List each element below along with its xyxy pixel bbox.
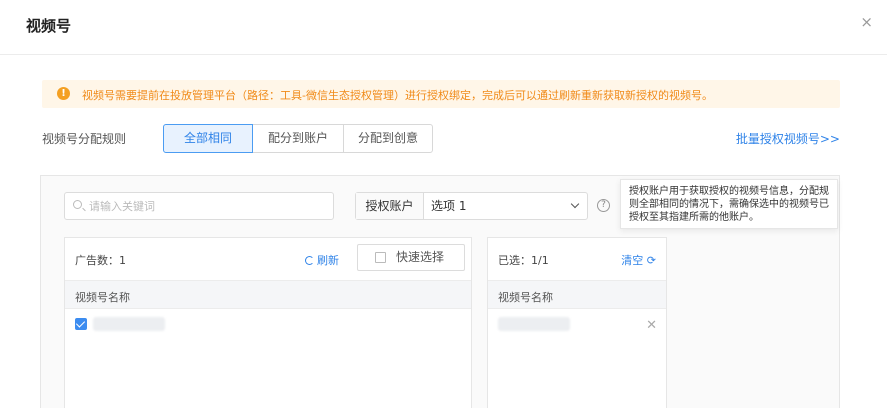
clear-button[interactable]: 清空 ⟳ [621,252,656,268]
auth-account-select[interactable]: 授权账户 选项 1 [355,192,588,220]
refresh-icon [305,256,314,265]
search-box[interactable] [64,192,334,220]
column-title: 视频号名称 [498,291,553,304]
chevron-down-icon[interactable] [570,199,580,209]
close-icon[interactable]: × [860,13,873,31]
warning-icon: ! [57,87,70,100]
channel-list: 广告数：1 刷新 快速选择 视频号名称 [64,237,472,408]
channel-column-header: 视频号名称 [65,281,471,309]
dialog-title: 视频号 [26,17,72,35]
rule-option-account[interactable]: 配分到账户 [252,124,344,153]
rule-option-all-same[interactable]: 全部相同 [163,124,253,153]
channel-list-header: 广告数：1 刷新 快速选择 [65,238,471,281]
rule-label: 视频号分配规则 [42,132,127,146]
quick-select-button[interactable]: 快速选择 [357,244,465,271]
edit-icon [375,252,386,263]
refresh-label: 刷新 [317,254,339,267]
notice-text: 视频号需要提前在投放管理平台（路径：工具-微信生态授权管理）进行授权绑定，完成后… [82,89,713,102]
search-icon [73,200,82,209]
selected-list: 已选：1/1 清空 ⟳ 视频号名称 ✕ [487,237,667,408]
refresh-button[interactable]: 刷新 [305,252,339,268]
selected-column-header: 视频号名称 [488,281,666,309]
rule-option-creative[interactable]: 分配到创意 [343,124,433,153]
selected-name-redacted [498,317,570,331]
notice-banner: ! 视频号需要提前在投放管理平台（路径：工具-微信生态授权管理）进行授权绑定，完… [42,80,840,108]
quick-select-label: 快速选择 [396,250,445,264]
column-title: 视频号名称 [75,291,130,304]
batch-authorize-link[interactable]: 批量授权视频号>> [736,130,840,147]
selected-list-header: 已选：1/1 清空 ⟳ [488,238,666,281]
help-icon[interactable]: ? [597,199,610,212]
remove-icon[interactable]: ✕ [646,318,657,333]
row-checkbox[interactable] [75,318,87,330]
auth-account-label: 授权账户 [356,193,424,219]
channel-name-redacted [93,317,165,331]
ad-count: 广告数：1 [75,254,126,267]
selected-count: 已选：1/1 [498,254,549,267]
help-tooltip: 授权账户用于获取授权的视频号信息，分配规则全部相同的情况下，需确保选中的视频号已… [620,179,838,229]
search-input[interactable] [89,197,324,215]
dialog-header: 视频号 × [0,0,887,55]
auth-account-value[interactable]: 选项 1 [431,193,466,219]
